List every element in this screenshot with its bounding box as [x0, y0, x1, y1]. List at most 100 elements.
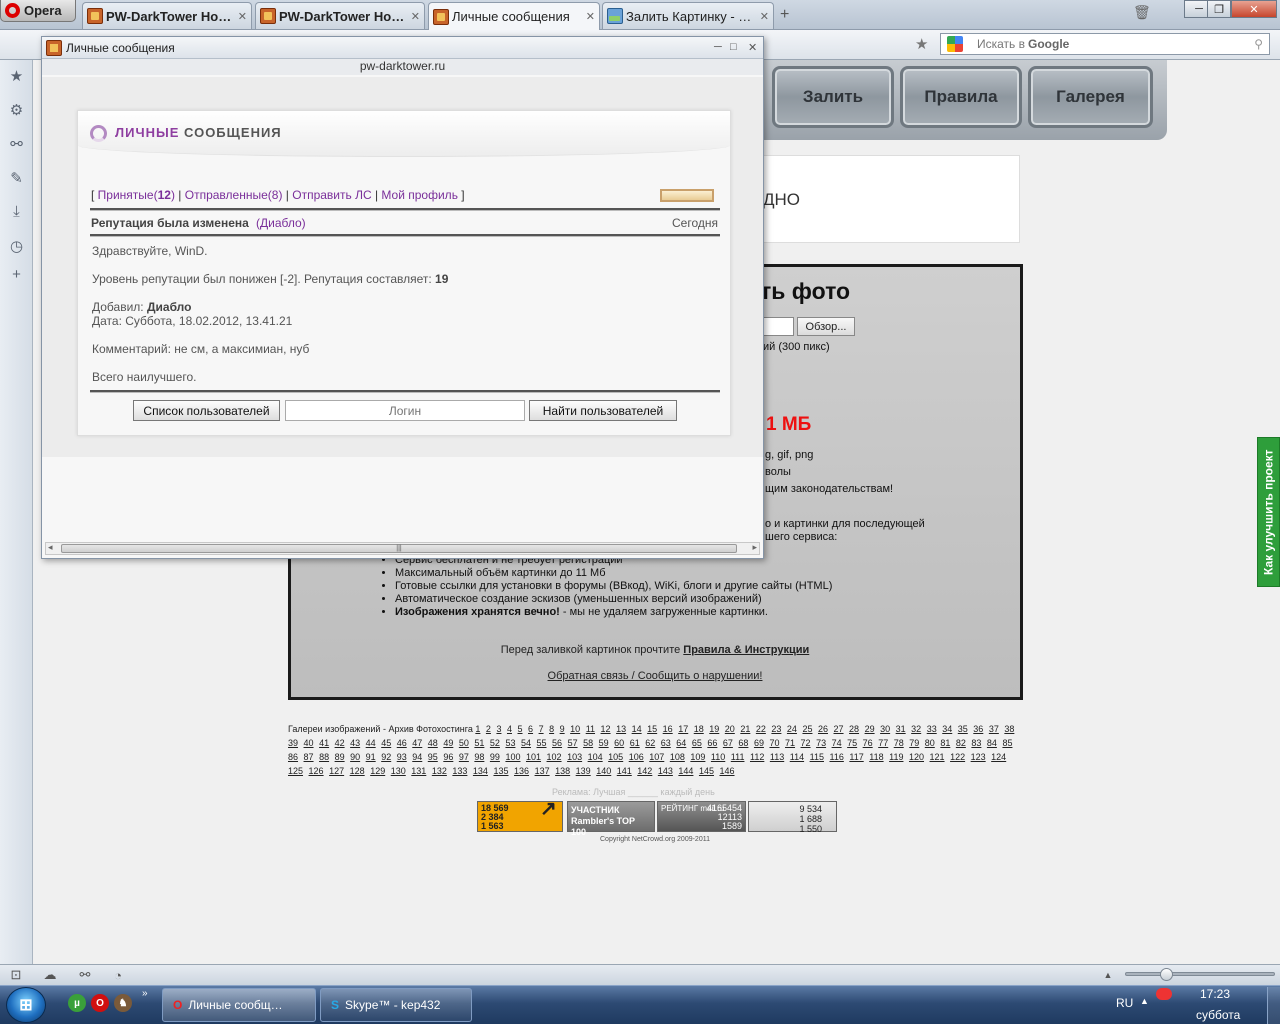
gallery-page-link[interactable]: 70 — [769, 738, 779, 748]
utorrent-icon[interactable]: µ — [68, 994, 86, 1012]
gallery-page-link[interactable]: 137 — [535, 766, 550, 776]
gallery-page-link[interactable]: 13 — [616, 724, 626, 734]
popup-minimize-icon[interactable]: ─ — [714, 41, 722, 53]
improve-project-button[interactable]: Как улучшить проект — [1257, 437, 1280, 587]
gallery-page-link[interactable]: 68 — [738, 738, 748, 748]
gallery-page-link[interactable]: 111 — [731, 752, 745, 762]
gallery-page-link[interactable]: 96 — [443, 752, 453, 762]
gallery-page-link[interactable]: 143 — [658, 766, 673, 776]
gallery-page-link[interactable]: 39 — [288, 738, 298, 748]
gallery-page-link[interactable]: 123 — [971, 752, 986, 762]
tab-my-profile[interactable]: Мой профиль — [381, 188, 458, 202]
gallery-page-link[interactable]: 102 — [547, 752, 562, 762]
gallery-page-link[interactable]: 72 — [801, 738, 811, 748]
tab-sent[interactable]: Отправленные(8) — [185, 188, 283, 202]
gallery-page-link[interactable]: 88 — [319, 752, 329, 762]
gallery-page-link[interactable]: 36 — [973, 724, 983, 734]
gallery-page-link[interactable]: 90 — [350, 752, 360, 762]
gallery-page-link[interactable]: 105 — [608, 752, 623, 762]
gallery-page-link[interactable]: 98 — [474, 752, 484, 762]
gallery-page-link[interactable]: 75 — [847, 738, 857, 748]
gallery-page-link[interactable]: 64 — [676, 738, 686, 748]
gallery-page-link[interactable]: 48 — [428, 738, 438, 748]
zoom-slider-knob[interactable] — [1160, 968, 1173, 981]
trash-icon[interactable]: 🗑 — [1133, 4, 1151, 21]
gallery-page-link[interactable]: 82 — [956, 738, 966, 748]
gallery-page-link[interactable]: 60 — [614, 738, 624, 748]
gallery-page-link[interactable]: 106 — [629, 752, 644, 762]
gallery-page-link[interactable]: 139 — [576, 766, 591, 776]
gallery-page-link[interactable]: 32 — [911, 724, 921, 734]
gallery-page-link[interactable]: 95 — [428, 752, 438, 762]
gallery-page-link[interactable]: 126 — [309, 766, 324, 776]
history-clock-icon[interactable]: ◷ — [8, 237, 25, 255]
gallery-page-link[interactable]: 67 — [723, 738, 733, 748]
show-desktop-button[interactable] — [1267, 987, 1280, 1024]
gallery-page-link[interactable]: 50 — [459, 738, 469, 748]
gallery-page-link[interactable]: 92 — [381, 752, 391, 762]
gallery-page-link[interactable]: 61 — [630, 738, 640, 748]
gallery-page-link[interactable]: 112 — [750, 752, 764, 762]
gallery-page-link[interactable]: 141 — [617, 766, 632, 776]
toolbar-slider-icon[interactable] — [660, 189, 714, 202]
nav-upload-button[interactable]: Залить — [772, 66, 894, 128]
gallery-page-link[interactable]: 5 — [518, 724, 523, 734]
gallery-page-link[interactable]: 8 — [549, 724, 554, 734]
close-window-icon[interactable]: ✕ — [1231, 0, 1277, 18]
gallery-page-link[interactable]: 93 — [397, 752, 407, 762]
tab-private-messages[interactable]: Личные сообщения ✕ — [428, 2, 600, 30]
gallery-page-link[interactable]: 31 — [896, 724, 906, 734]
gallery-page-link[interactable]: 14 — [632, 724, 642, 734]
gallery-page-link[interactable]: 58 — [583, 738, 593, 748]
popup-maximize-icon[interactable]: □ — [730, 41, 737, 53]
taskbar-opera-window[interactable]: O Личные сообщ… — [162, 988, 316, 1022]
gallery-page-link[interactable]: 129 — [370, 766, 385, 776]
gallery-page-link[interactable]: 41 — [319, 738, 329, 748]
gallery-page-link[interactable]: 132 — [432, 766, 447, 776]
gallery-page-link[interactable]: 87 — [304, 752, 314, 762]
gallery-page-link[interactable]: 54 — [521, 738, 531, 748]
bookmarks-star-icon[interactable]: ★ — [8, 67, 25, 85]
scroll-right-icon[interactable]: ▸ — [752, 542, 757, 553]
gallery-page-link[interactable]: 79 — [909, 738, 919, 748]
quicklaunch-more-icon[interactable]: » — [142, 988, 148, 999]
gallery-page-link[interactable]: 27 — [834, 724, 844, 734]
gallery-page-link[interactable]: 63 — [661, 738, 671, 748]
gallery-page-link[interactable]: 140 — [596, 766, 611, 776]
gallery-page-link[interactable]: 21 — [740, 724, 750, 734]
gallery-page-link[interactable]: 125 — [288, 766, 303, 776]
unite-icon[interactable]: ⚯ — [8, 135, 25, 153]
browse-button[interactable]: Обзор... — [797, 317, 855, 336]
rambler-counter[interactable]: УЧАСТНИК Rambler's TOP 100 — [567, 801, 655, 837]
gallery-page-link[interactable]: 124 — [991, 752, 1006, 762]
gallery-page-link[interactable]: 128 — [350, 766, 365, 776]
gallery-page-link[interactable]: 85 — [1002, 738, 1012, 748]
gallery-page-link[interactable]: 35 — [958, 724, 968, 734]
gallery-page-link[interactable]: 108 — [670, 752, 685, 762]
downloads-icon[interactable]: ⤓ — [8, 203, 25, 220]
tab-pw-darktower-1[interactable]: PW-DarkTower Нов… ✕ — [82, 2, 252, 29]
gallery-page-link[interactable]: 23 — [771, 724, 781, 734]
close-tab-icon[interactable]: ✕ — [760, 10, 769, 23]
gallery-page-link[interactable]: 84 — [987, 738, 997, 748]
gallery-page-link[interactable]: 29 — [865, 724, 875, 734]
settings-gear-icon[interactable]: ⚙ — [8, 101, 25, 119]
liveinternet-counter[interactable]: 18 569 2 384 1 563 ↗ — [477, 799, 563, 832]
gallery-page-link[interactable]: 104 — [588, 752, 603, 762]
gallery-page-link[interactable]: 53 — [505, 738, 515, 748]
gallery-page-link[interactable]: 2 — [486, 724, 491, 734]
gallery-page-link[interactable]: 47 — [412, 738, 422, 748]
gallery-page-link[interactable]: 136 — [514, 766, 529, 776]
gallery-page-link[interactable]: 121 — [930, 752, 945, 762]
tab-upload-image[interactable]: Залить Картинку - За… ✕ — [602, 2, 774, 29]
gallery-page-link[interactable]: 22 — [756, 724, 766, 734]
gallery-page-link[interactable]: 119 — [889, 752, 903, 762]
taskbar-skype-window[interactable]: S Skype™ - kep432 — [320, 988, 472, 1022]
gallery-page-link[interactable]: 33 — [927, 724, 937, 734]
zoom-slider-track[interactable] — [1125, 972, 1275, 976]
gallery-page-link[interactable]: 66 — [707, 738, 717, 748]
search-field[interactable]: Искать в Google ⚲ — [940, 33, 1270, 55]
gallery-page-link[interactable]: 49 — [443, 738, 453, 748]
opera-link-cloud-icon[interactable]: ☁ — [42, 967, 58, 983]
gallery-page-link[interactable]: 51 — [474, 738, 484, 748]
